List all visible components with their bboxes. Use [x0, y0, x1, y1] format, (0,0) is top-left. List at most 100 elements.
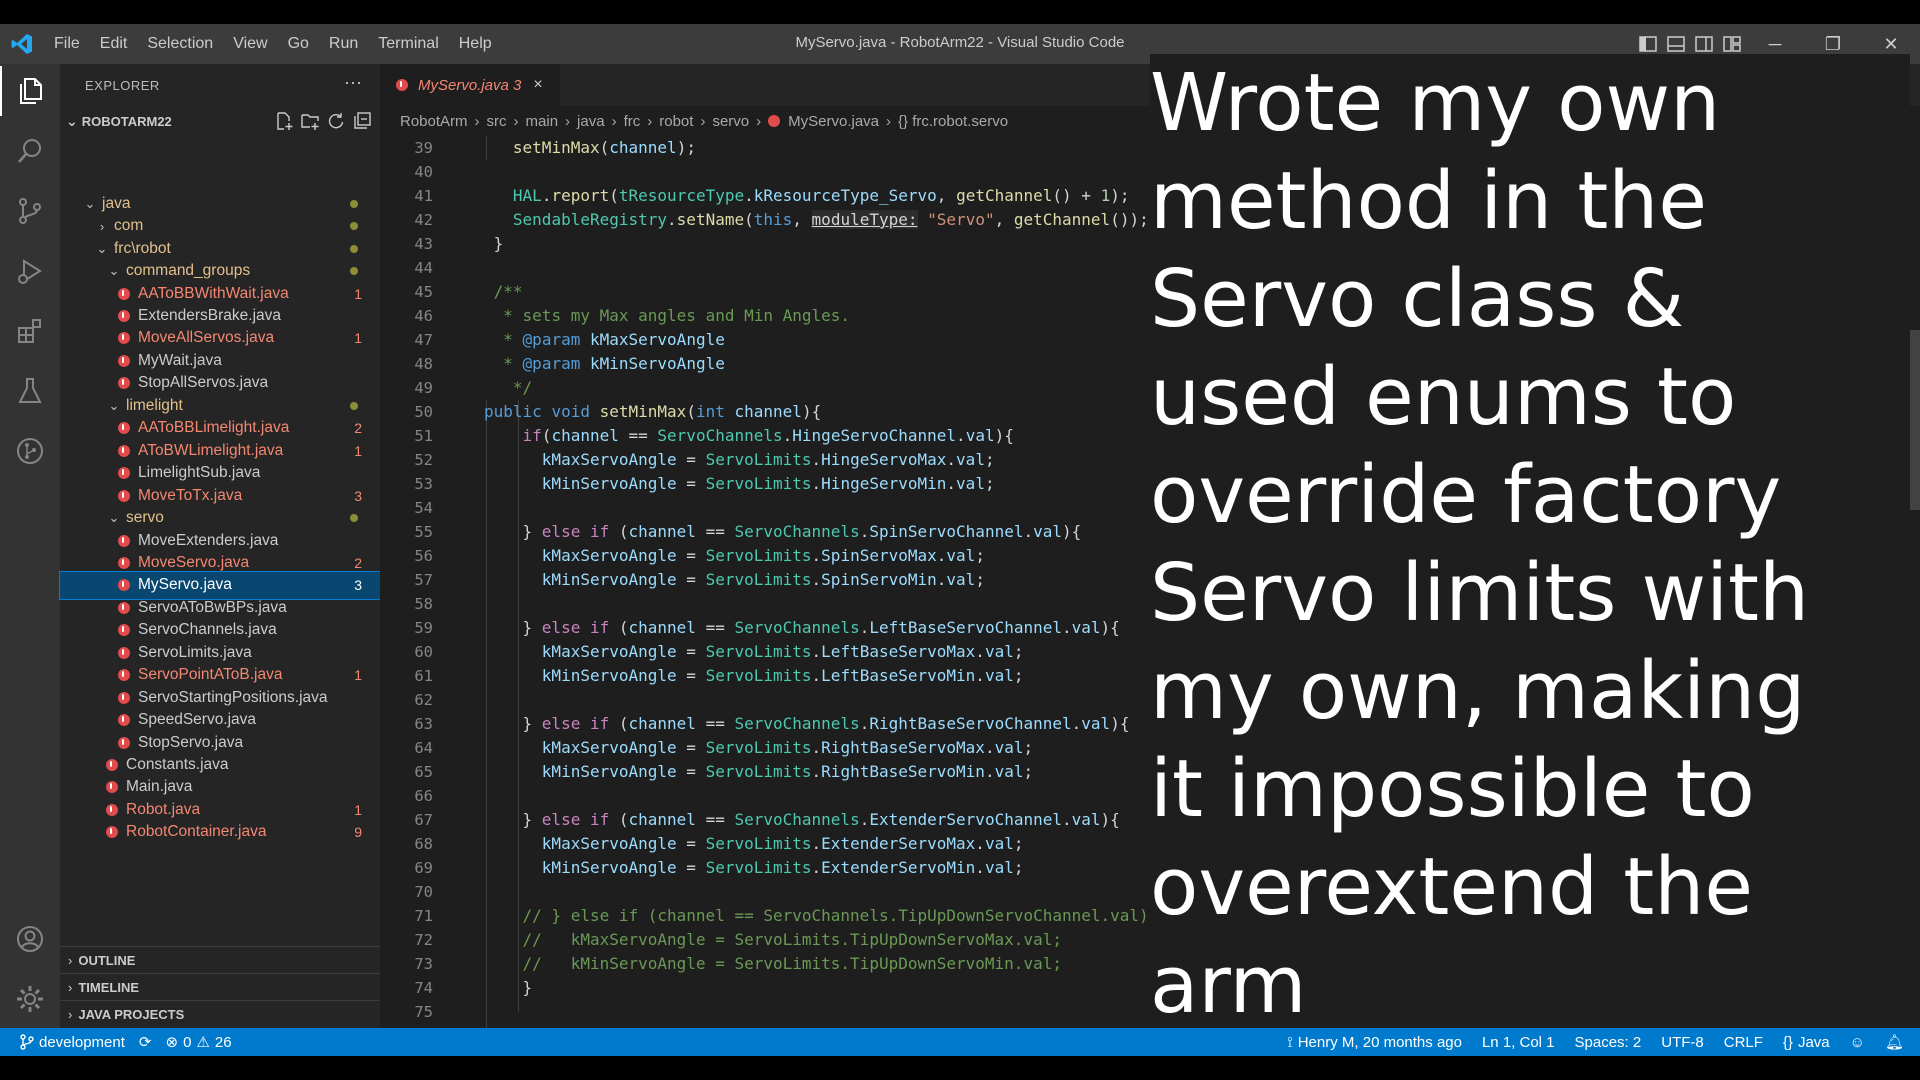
tree-item-label: java	[102, 194, 131, 212]
tree-item-label: MoveAllServos.java	[138, 329, 275, 347]
run-debug-icon[interactable]	[0, 246, 60, 296]
tree-item-label: ServoStartingPositions.java	[138, 688, 328, 706]
timeline-label: TIMELINE	[78, 979, 140, 995]
commit-icon: ⟟	[1287, 1033, 1293, 1051]
tree-item-label: ExtendersBrake.java	[138, 307, 282, 324]
menu-file[interactable]: File	[44, 35, 90, 53]
collapse-all-icon[interactable]	[352, 111, 372, 131]
menu-view[interactable]: View	[223, 35, 277, 53]
java-file-icon	[118, 601, 130, 614]
line-number: 40	[414, 163, 433, 181]
line-number: 42	[414, 211, 433, 229]
code-line: kMaxServoAngle = ServoLimits.LeftBaseSer…	[541, 642, 1024, 661]
tree-item-label: MyServo.java	[138, 576, 232, 594]
code-line: kMaxServoAngle = ServoLimits.ExtenderSer…	[541, 834, 1024, 853]
search-icon[interactable]	[0, 126, 60, 176]
menu-go[interactable]: Go	[278, 35, 319, 53]
sync-icon[interactable]: ⟳	[139, 1033, 152, 1051]
menu-run[interactable]: Run	[319, 35, 368, 53]
testing-icon[interactable]	[0, 366, 60, 416]
menu-selection[interactable]: Selection	[137, 35, 223, 53]
tab-myservo[interactable]: MyServo.java 3 ×	[380, 64, 560, 106]
new-file-icon[interactable]	[274, 111, 294, 131]
new-folder-icon[interactable]	[300, 111, 320, 131]
breadcrumb-item[interactable]: src	[487, 113, 507, 130]
close-tab-icon[interactable]: ×	[533, 76, 542, 94]
breadcrumb-item[interactable]: main	[526, 113, 559, 130]
menu-terminal[interactable]: Terminal	[368, 35, 448, 53]
problem-count-badge: 3	[354, 487, 362, 504]
tree-file[interactable]: RobotContainer.java 9	[60, 819, 380, 847]
breadcrumb-item[interactable]: frc	[624, 113, 641, 130]
line-number: 52	[414, 451, 433, 469]
chevron-down-icon: ⌄	[96, 240, 108, 256]
tree-item-label: MoveToTx.java	[138, 486, 243, 504]
refresh-icon[interactable]	[326, 111, 346, 131]
modified-dot-icon	[350, 401, 358, 410]
problems-indicator[interactable]: ⊗ 0 ⚠ 26	[165, 1033, 231, 1052]
indentation[interactable]: Spaces: 2	[1575, 1034, 1642, 1051]
java-file-icon	[118, 534, 130, 547]
cursor-position[interactable]: Ln 1, Col 1	[1482, 1034, 1555, 1051]
git-graph-icon[interactable]	[0, 426, 60, 476]
java-file-icon	[118, 489, 130, 502]
java-projects-section[interactable]: › JAVA PROJECTS	[60, 1000, 380, 1027]
extensions-icon[interactable]	[0, 306, 60, 356]
branch-indicator[interactable]: development	[20, 1034, 125, 1051]
folder-actions	[274, 108, 372, 134]
explorer-icon[interactable]	[0, 66, 60, 116]
language-mode[interactable]: {} Java	[1783, 1034, 1830, 1051]
more-actions-icon[interactable]: ···	[344, 72, 362, 93]
menu-edit[interactable]: Edit	[90, 35, 138, 53]
java-file-icon	[118, 377, 130, 390]
chevron-right-icon: ›	[700, 112, 706, 130]
git-blame[interactable]: ⟟ Henry M, 20 months ago	[1287, 1034, 1462, 1051]
code-line: kMaxServoAngle = ServoLimits.HingeServoM…	[541, 450, 995, 469]
line-number: 69	[414, 859, 433, 877]
caption-line: Wrote my own	[1150, 57, 1721, 149]
settings-gear-icon[interactable]	[0, 974, 60, 1024]
encoding[interactable]: UTF-8	[1661, 1034, 1704, 1051]
line-number: 53	[414, 475, 433, 493]
code-line: // kMaxServoAngle = ServoLimits.TipUpDow…	[522, 930, 1062, 949]
outline-section[interactable]: › OUTLINE	[60, 946, 380, 973]
tree-item-label: ServoPointAToB.java	[138, 666, 283, 684]
activity-bar	[0, 64, 60, 1028]
error-count: 0	[183, 1033, 192, 1051]
breadcrumb-item[interactable]: servo	[712, 113, 749, 130]
problem-count-badge: 1	[354, 285, 362, 302]
menu-help[interactable]: Help	[449, 35, 502, 53]
chevron-right-icon: ›	[886, 112, 892, 130]
code-line: } else if (channel == ServoChannels.Left…	[484, 618, 1120, 637]
feedback-icon[interactable]: ☺	[1850, 1034, 1865, 1051]
chevron-right-icon: ›	[99, 218, 105, 234]
tree-item-label: com	[114, 217, 144, 235]
braces-icon: {}	[1782, 1033, 1793, 1051]
code-line: /**	[493, 282, 523, 301]
source-control-icon[interactable]	[0, 186, 60, 236]
accounts-icon[interactable]	[0, 914, 60, 964]
chevron-right-icon: ›	[513, 112, 519, 130]
line-number: 45	[414, 283, 433, 301]
code-line: kMinServoAngle = ServoLimits.LeftBaseSer…	[541, 666, 1024, 685]
breadcrumb-item[interactable]: MyServo.java	[788, 113, 879, 130]
code-line: } else if (channel == ServoChannels.Righ…	[484, 714, 1130, 733]
breadcrumb-item[interactable]: java	[577, 113, 605, 130]
tree-item-label: AAToBBLimelight.java	[138, 419, 290, 437]
modified-dot-icon	[350, 244, 358, 253]
code-line: * @param kMaxServoAngle	[493, 330, 725, 349]
git-branch-icon	[20, 1034, 34, 1050]
line-number: 49	[414, 379, 433, 397]
timeline-section[interactable]: › TIMELINE	[60, 973, 380, 1000]
line-ending[interactable]: CRLF	[1724, 1034, 1763, 1051]
breadcrumb-item[interactable]: robot	[659, 113, 693, 130]
breadcrumb-item[interactable]: {} frc.robot.servo	[898, 113, 1008, 130]
code-line: HAL.report(tResourceType.kResourceType_S…	[512, 186, 1130, 205]
tree-item-label: limelight	[126, 396, 183, 414]
java-file-icon	[118, 444, 130, 457]
breadcrumb-item[interactable]: RobotArm	[400, 113, 468, 130]
notifications-bell-icon[interactable]: 🔔︎	[1885, 1033, 1904, 1051]
tree-item-label: ServoChannels.java	[138, 621, 277, 639]
code-line: }	[484, 978, 533, 997]
tree-item-label: RobotContainer.java	[126, 823, 267, 841]
